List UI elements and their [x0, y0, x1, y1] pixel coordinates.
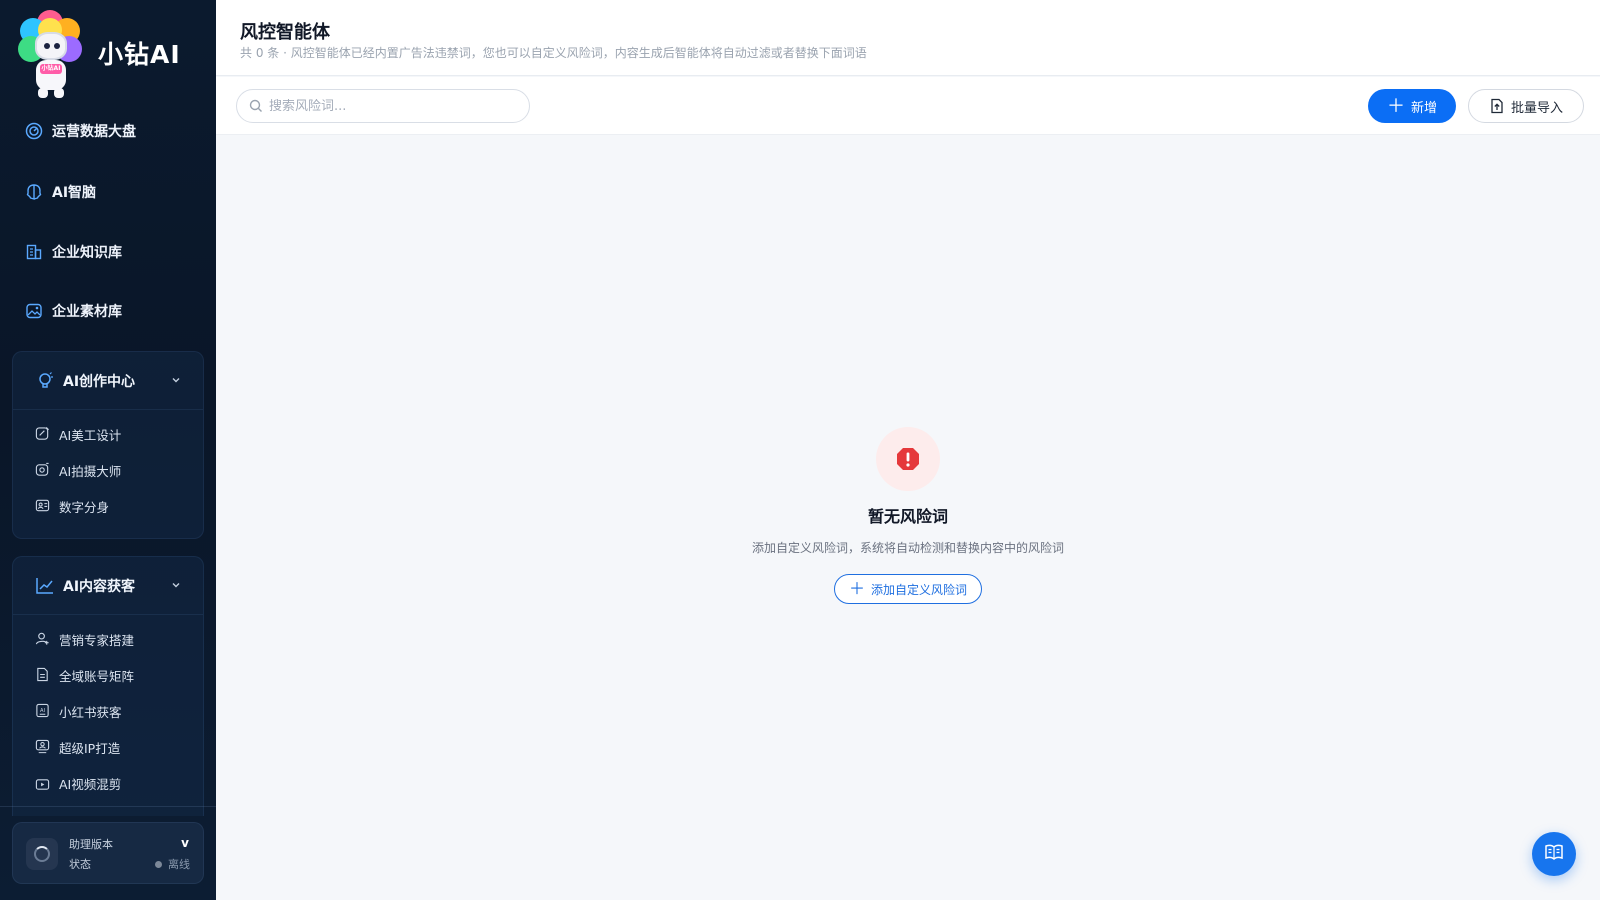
sidebar-group-acquisition: AI内容获客 营销专家搭建 全域账号矩阵 AI 小红书获客 超级IP打造 AI视…	[12, 556, 204, 816]
plus-icon: ＋	[848, 579, 865, 598]
book-icon	[1544, 842, 1564, 866]
sidebar-item-digital-avatar[interactable]: 数字分身	[13, 488, 203, 524]
assistant-status-card[interactable]: 助理版本 v 状态 离线	[12, 822, 204, 884]
user-add-icon	[35, 631, 51, 647]
video-icon	[35, 777, 51, 793]
sidebar-item-label: 超级IP打造	[59, 740, 121, 756]
ai-doc-icon: AI	[35, 703, 51, 719]
camera-icon	[35, 462, 51, 478]
sidebar-item-ai-design[interactable]: AI美工设计	[13, 416, 203, 452]
brain-icon	[24, 182, 44, 202]
sidebar-item-label: AI美工设计	[59, 427, 122, 443]
document-icon	[35, 667, 51, 683]
upload-file-icon	[1489, 98, 1505, 114]
batch-import-button[interactable]: 批量导入	[1468, 89, 1584, 123]
sidebar: 小钻AI 小钻AI 运营数据大盘 AI智脑 企业知识库 企业素材库 AI创作中心…	[0, 0, 216, 900]
sidebar-group-label: AI创作中心	[63, 373, 136, 390]
page-title: 风控智能体	[240, 22, 330, 43]
add-custom-risk-word-label: 添加自定义风险词	[871, 582, 968, 597]
search-input[interactable]	[269, 98, 509, 114]
search-icon	[249, 99, 263, 113]
sidebar-item-label: 运营数据大盘	[52, 124, 136, 140]
brand-name: 小钻AI	[98, 40, 181, 69]
svg-text:AI: AI	[40, 708, 46, 714]
sidebar-item-label: AI拍摄大师	[59, 463, 122, 479]
sidebar-group-label: AI内容获客	[63, 578, 136, 595]
mascot-logo-icon: 小钻AI	[16, 10, 84, 98]
loading-icon	[26, 838, 58, 870]
sidebar-item-ai-brain[interactable]: AI智脑	[24, 180, 96, 204]
empty-description: 添加自定义风险词，系统将自动检测和替换内容中的风险词	[751, 541, 1064, 555]
avatar-card-icon	[35, 498, 51, 514]
add-button[interactable]: ＋ 新增	[1368, 89, 1456, 123]
sidebar-item-ai-photo[interactable]: AI拍摄大师	[13, 452, 203, 488]
status-label: 状态	[69, 858, 91, 871]
status-dot-icon	[155, 860, 162, 868]
sidebar-item-label: 全域账号矩阵	[59, 668, 135, 684]
sidebar-item-label: 企业知识库	[52, 245, 122, 261]
empty-state: 暂无风险词 添加自定义风险词，系统将自动检测和替换内容中的风险词 ＋ 添加自定义…	[216, 427, 1600, 604]
version-value: v	[181, 836, 189, 850]
toolbar: ＋ 新增 批量导入	[216, 77, 1600, 135]
palette-icon	[35, 426, 51, 442]
sidebar-item-asset-library[interactable]: 企业素材库	[24, 299, 122, 323]
page-header: 风控智能体 共 0 条 · 风控智能体已经内置广告法违禁词，您也可以自定义风险词…	[216, 0, 1600, 76]
version-label: 助理版本	[69, 838, 113, 851]
sidebar-group-creation: AI创作中心 AI美工设计 AI拍摄大师 数字分身	[12, 351, 204, 539]
sidebar-divider	[0, 806, 216, 807]
search-box[interactable]	[236, 89, 530, 123]
bulb-icon	[35, 371, 55, 391]
batch-import-label: 批量导入	[1510, 100, 1563, 116]
sidebar-item-super-ip[interactable]: 超级IP打造	[13, 729, 203, 765]
status-badge: 离线	[155, 856, 190, 872]
empty-title: 暂无风险词	[867, 507, 948, 526]
sidebar-item-label: AI智脑	[52, 185, 97, 201]
sidebar-group-header[interactable]: AI创作中心	[13, 352, 203, 410]
sidebar-item-knowledge-base[interactable]: 企业知识库	[24, 240, 122, 264]
sidebar-item-label: 小红书获客	[59, 704, 122, 720]
building-icon	[24, 242, 44, 262]
chevron-down-icon	[171, 578, 181, 594]
warning-icon	[876, 427, 940, 491]
chevron-down-icon	[171, 373, 181, 389]
sidebar-item-label: AI视频混剪	[59, 777, 122, 792]
sidebar-item-marketing-expert[interactable]: 营销专家搭建	[13, 621, 203, 657]
add-custom-risk-word-button[interactable]: ＋ 添加自定义风险词	[834, 574, 982, 604]
person-badge-icon	[35, 739, 51, 755]
mascot-badge: 小钻AI	[40, 64, 62, 74]
dashboard-icon	[24, 121, 44, 141]
help-book-button[interactable]	[1532, 832, 1576, 876]
sidebar-item-account-matrix[interactable]: 全域账号矩阵	[13, 657, 203, 693]
sidebar-item-label: 营销专家搭建	[59, 632, 135, 648]
logo[interactable]: 小钻AI 小钻AI	[16, 10, 181, 98]
status-value: 离线	[168, 858, 190, 871]
page-description: 共 0 条 · 风控智能体已经内置广告法违禁词，您也可以自定义风险词，内容生成后…	[240, 46, 867, 60]
chart-line-icon	[35, 576, 55, 596]
add-button-label: 新增	[1410, 99, 1437, 115]
sidebar-item-label: 数字分身	[59, 499, 110, 515]
image-icon	[24, 301, 44, 321]
plus-icon: ＋	[1386, 96, 1405, 116]
main-content: 风控智能体 共 0 条 · 风控智能体已经内置广告法违禁词，您也可以自定义风险词…	[216, 0, 1600, 900]
sidebar-item-xiaohongshu[interactable]: AI 小红书获客	[13, 693, 203, 729]
sidebar-item-label: 企业素材库	[52, 304, 122, 320]
sidebar-group-header[interactable]: AI内容获客	[13, 557, 203, 615]
sidebar-item-dashboard[interactable]: 运营数据大盘	[24, 119, 136, 143]
sidebar-item-video-mix[interactable]: AI视频混剪	[13, 765, 203, 793]
